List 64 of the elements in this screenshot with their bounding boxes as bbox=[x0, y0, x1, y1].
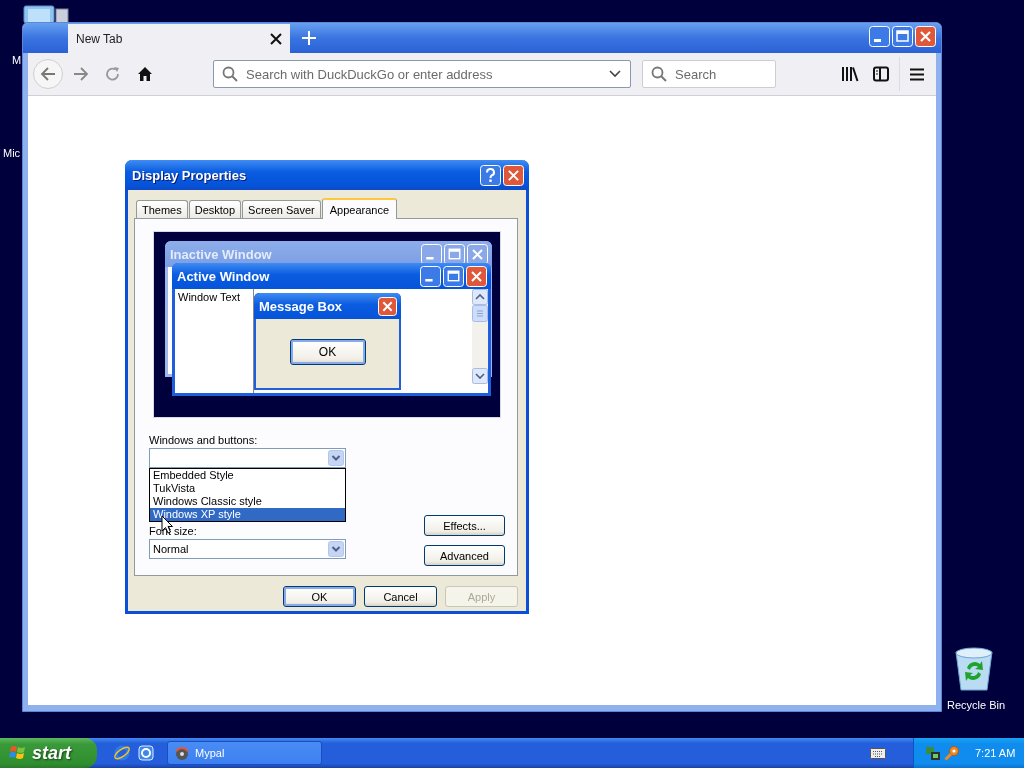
plus-icon[interactable] bbox=[301, 30, 317, 46]
start-button[interactable]: start bbox=[0, 738, 97, 768]
close-icon bbox=[466, 265, 487, 287]
sidebar-icon[interactable] bbox=[873, 66, 889, 82]
clock: 7:21 AM bbox=[975, 747, 1016, 759]
help-icon[interactable] bbox=[480, 164, 501, 186]
tab[interactable]: Screen Saver bbox=[242, 200, 321, 218]
font-size-dropdown[interactable]: Normal bbox=[149, 539, 346, 559]
browser-tab[interactable]: New Tab bbox=[68, 24, 290, 53]
ok-button[interactable]: OK bbox=[283, 586, 356, 607]
app-icon bbox=[174, 745, 190, 761]
recycle-bin-icon[interactable] bbox=[952, 646, 996, 692]
field-label: Windows and buttons: bbox=[149, 434, 258, 446]
minimize-icon[interactable] bbox=[869, 26, 890, 47]
taskbar-button[interactable]: Mypal bbox=[167, 741, 322, 765]
app-icon[interactable] bbox=[137, 744, 155, 762]
dropdown-option[interactable]: Windows XP style bbox=[150, 508, 345, 521]
dropdown-option[interactable]: Embedded Style bbox=[150, 469, 345, 482]
maximize-icon bbox=[444, 243, 465, 265]
dropdown-option[interactable]: TukVista bbox=[150, 482, 345, 495]
search-icon bbox=[222, 66, 238, 82]
search-icon bbox=[651, 66, 667, 82]
network-icon[interactable] bbox=[925, 745, 941, 761]
search-bar[interactable]: Search bbox=[642, 60, 776, 88]
forward-arrow-icon[interactable] bbox=[73, 67, 89, 81]
globe-orbit-icon[interactable] bbox=[113, 744, 131, 762]
tab[interactable]: Appearance bbox=[321, 198, 398, 219]
effects-button[interactable]: Effects... bbox=[424, 515, 505, 536]
dropdown-caret-icon[interactable] bbox=[608, 69, 622, 79]
back-arrow-icon bbox=[40, 67, 56, 81]
cancel-button[interactable]: Cancel bbox=[364, 586, 437, 607]
window-title: Active Window bbox=[177, 268, 271, 284]
maximize-icon[interactable] bbox=[892, 26, 913, 47]
desktop-icon-label[interactable]: M bbox=[12, 54, 22, 66]
window-title: Message Box bbox=[259, 298, 344, 314]
task-label: Mypal bbox=[195, 747, 225, 759]
home-icon[interactable] bbox=[137, 66, 153, 82]
window-title: Inactive Window bbox=[170, 246, 273, 262]
computer-icon[interactable] bbox=[22, 3, 70, 23]
flag-icon bbox=[9, 744, 27, 762]
tab-title: New Tab bbox=[76, 31, 124, 46]
search-field[interactable]: Search bbox=[673, 65, 767, 83]
close-icon[interactable] bbox=[270, 32, 282, 45]
close-icon bbox=[467, 243, 488, 265]
ok-button[interactable]: OK bbox=[289, 339, 366, 365]
key-icon[interactable] bbox=[944, 745, 960, 761]
minimize-icon bbox=[420, 265, 441, 287]
tab[interactable]: Desktop bbox=[188, 200, 242, 218]
library-icon[interactable] bbox=[841, 66, 859, 82]
keyboard-icon[interactable] bbox=[870, 747, 886, 759]
back-button[interactable] bbox=[33, 59, 63, 89]
window-title: Display Properties bbox=[132, 167, 248, 183]
desktop-icon-label[interactable]: Mic bbox=[3, 147, 21, 159]
desktop-icon-label[interactable]: Recycle Bin bbox=[947, 699, 1006, 711]
minimize-icon bbox=[421, 243, 442, 265]
reload-icon[interactable] bbox=[105, 66, 121, 82]
tab[interactable]: Themes bbox=[136, 200, 188, 218]
address-bar[interactable]: Search with DuckDuckGo or enter address bbox=[213, 60, 631, 88]
dropdown-option[interactable]: Windows Classic style bbox=[150, 495, 345, 508]
menu-icon[interactable] bbox=[910, 67, 924, 81]
dropdown-value: Normal bbox=[152, 543, 190, 555]
maximize-icon bbox=[443, 265, 464, 287]
advanced-button[interactable]: Advanced bbox=[424, 545, 505, 566]
address-field[interactable]: Search with DuckDuckGo or enter address bbox=[244, 65, 608, 83]
